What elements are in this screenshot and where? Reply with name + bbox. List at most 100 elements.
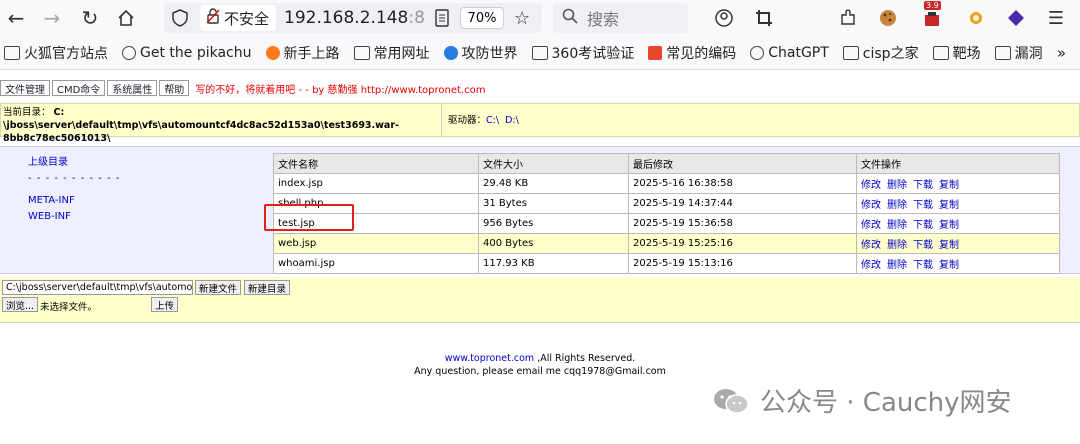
cmd-button[interactable]: CMD命令 (52, 80, 106, 96)
table-row: whoami.jsp 117.93 KB 2025-5-19 15:13:16 修改删… (273, 253, 1060, 274)
bookmark-item[interactable]: 攻防世界 (443, 43, 518, 63)
op-link[interactable]: 删除 (887, 180, 907, 191)
extension-badge: 3.9 (924, 1, 941, 10)
reader-view-icon[interactable] (434, 9, 450, 31)
footer-site-link[interactable]: www.topronet.com (445, 353, 534, 364)
url-text[interactable]: 192.168.2.148:8080/ (284, 8, 424, 28)
op-link[interactable]: 下载 (913, 200, 933, 211)
op-link[interactable]: 修改 (861, 200, 881, 211)
op-link[interactable]: 下载 (913, 220, 933, 231)
bookmark-item[interactable]: 火狐官方站点 (4, 43, 108, 63)
op-link[interactable]: 下载 (913, 260, 933, 271)
op-link[interactable]: 复制 (939, 180, 959, 191)
table-header: 文件名称 文件大小 最后修改 文件操作 (273, 153, 1060, 174)
upload-button[interactable]: 上传 (151, 297, 179, 312)
watermark: 公众号 · Cauchy网安 (712, 382, 1012, 419)
bookmark-item[interactable]: ChatGPT (750, 45, 829, 61)
op-link[interactable]: 修改 (861, 180, 881, 191)
drive-c-link[interactable]: C:\ (486, 115, 499, 126)
insecure-badge[interactable]: 不安全 (200, 5, 276, 31)
cell-ops: 修改 删除 下载 复制 (856, 233, 1060, 254)
bookmark-list: 火狐官方站点 Get the pikachu 新手上路 常用网址 攻防世界 360考试验证… (0, 43, 1057, 63)
drives: 驱动器：C:\ D:\ (442, 104, 525, 136)
path-input[interactable]: C:\jboss\server\default\tmp\vfs\automoun… (2, 280, 193, 295)
dir-link[interactable]: WEB-INF (28, 209, 120, 225)
firefox-icon (265, 46, 280, 60)
op-link[interactable]: 修改 (861, 240, 881, 251)
col-modified: 最后修改 (628, 153, 857, 174)
bookmark-item[interactable]: 常用网址 (353, 43, 430, 63)
cell-size: 400 Bytes (478, 233, 629, 254)
op-link[interactable]: 修改 (861, 220, 881, 231)
cookie-icon[interactable] (876, 6, 900, 30)
op-link[interactable]: 删除 (887, 220, 907, 231)
op-link[interactable]: 删除 (887, 200, 907, 211)
folder-icon (994, 46, 1011, 60)
wappalyzer-icon[interactable] (964, 6, 988, 30)
search-box[interactable]: 搜索 (553, 3, 688, 33)
path-label: 当前目录： (3, 107, 51, 118)
drive-d-link[interactable]: D:\ (505, 115, 519, 126)
bookmark-star-icon[interactable]: ☆ (514, 8, 530, 29)
op-link[interactable]: 删除 (887, 260, 907, 271)
browse-button[interactable]: 浏览... (2, 297, 39, 312)
cell-size: 29.48 KB (478, 173, 629, 194)
chevron-more-icon[interactable]: » (1057, 44, 1066, 62)
highlight-box (264, 204, 354, 231)
new-dir-button[interactable]: 新建目录 (244, 280, 291, 295)
file-manager-button[interactable]: 文件管理 (0, 80, 50, 96)
bookmark-label: ChatGPT (768, 45, 829, 61)
globe-icon (122, 46, 136, 60)
parent-dir-link[interactable]: 上级目录 (28, 155, 120, 171)
broken-lock-icon (206, 8, 220, 28)
menu-icon[interactable]: ☰ (1044, 6, 1068, 30)
bookmark-item[interactable]: 360考试验证 (531, 43, 634, 63)
bookmark-item[interactable]: cisp之家 (842, 43, 919, 63)
file-table: 文件名称 文件大小 最后修改 文件操作 index.jsp 29.48 KB 202… (273, 153, 1060, 274)
op-link[interactable]: 复制 (939, 240, 959, 251)
help-button[interactable]: 帮助 (159, 80, 190, 96)
back-icon[interactable]: ← (2, 4, 30, 32)
cell-size: 117.93 KB (478, 253, 629, 274)
bookmark-item[interactable]: 漏洞 (994, 43, 1043, 63)
crop-icon[interactable] (752, 6, 776, 30)
col-size: 文件大小 (478, 153, 629, 174)
op-link[interactable]: 删除 (887, 240, 907, 251)
table-row: index.jsp 29.48 KB 2025-5-16 16:38:58 修改 删除下… (273, 173, 1060, 194)
op-link[interactable]: 复制 (939, 220, 959, 231)
bookmark-item[interactable]: 靶场 (932, 43, 981, 63)
cell-name[interactable]: index.jsp (273, 173, 479, 194)
drives-label: 驱动器： (448, 115, 487, 126)
new-file-button[interactable]: 新建文件 (195, 280, 242, 295)
bookmark-item[interactable]: 新手上路 (265, 43, 340, 63)
upload-bar: C:\jboss\server\default\tmp\vfs\automoun… (0, 277, 1080, 323)
url-bar[interactable]: 不安全 192.168.2.148:8080/ 70% ☆ (164, 3, 542, 33)
credit-link[interactable]: http://www.topronet.com (361, 85, 486, 96)
zoom-indicator[interactable]: 70% (460, 7, 504, 29)
op-link[interactable]: 复制 (939, 200, 959, 211)
op-link[interactable]: 下载 (913, 180, 933, 191)
dir-list: META-INF WEB-INF (28, 193, 120, 225)
cell-name[interactable]: web.jsp (273, 233, 479, 254)
sidebar-divider: - - - - - - - - - - - (28, 173, 121, 184)
extensions-icon[interactable] (836, 6, 860, 30)
cell-ops: 修改 删除 下载 复制 (856, 253, 1060, 274)
url-host: 192.168.2.148 (284, 8, 409, 28)
op-link[interactable]: 修改 (861, 260, 881, 271)
reload-icon[interactable]: ↻ (76, 4, 104, 32)
op-link[interactable]: 复制 (939, 260, 959, 271)
proxy-icon[interactable] (1004, 6, 1028, 30)
op-link[interactable]: 下载 (913, 240, 933, 251)
zoom-level: 70% (467, 10, 497, 26)
home-icon[interactable] (112, 4, 140, 32)
hackbar-icon[interactable]: 3.9 (920, 1, 944, 30)
bookmark-item[interactable]: 常见的编码 (648, 43, 736, 63)
col-name: 文件名称 (273, 153, 479, 174)
bookmark-label: 火狐官方站点 (24, 46, 108, 62)
dir-link[interactable]: META-INF (28, 193, 120, 209)
sysinfo-button[interactable]: 系统属性 (107, 80, 158, 96)
bookmark-item[interactable]: Get the pikachu (122, 45, 252, 61)
account-icon[interactable] (712, 6, 736, 30)
forward-icon[interactable]: → (38, 4, 66, 32)
cell-name[interactable]: whoami.jsp (273, 253, 479, 274)
